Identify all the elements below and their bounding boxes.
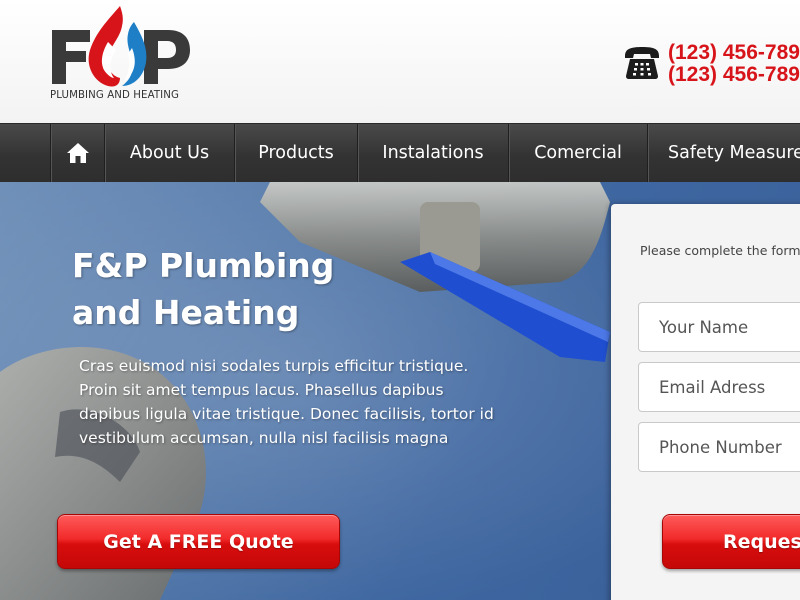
request-button[interactable]: Request [662,514,800,569]
get-free-quote-button[interactable]: Get A FREE Quote [57,514,340,569]
nav-item-safety-measures[interactable]: Safety Measures [647,124,800,182]
contact-phone[interactable]: (123) 456-7890 (123) 456-7890 [622,40,800,90]
hero-title-line-1: F&P Plumbing [72,246,335,285]
nav-item-products[interactable]: Products [234,124,357,182]
logo-tagline: PLUMBING AND HEATING [50,90,179,101]
fp-logo[interactable]: PLUMBING AND HEATING [50,6,192,106]
fp-logo-graphic [52,6,190,87]
hero-description: Cras euismod nisi sodales turpis efficit… [79,357,494,447]
form-instructions: Please complete the form b [640,243,800,258]
phone-input[interactable] [638,422,800,472]
phone-number-primary[interactable]: (123) 456-7890 [668,41,800,65]
nav-home-button[interactable] [50,124,104,182]
nav-item-about-us[interactable]: About Us [104,124,234,182]
hero-banner: F&P Plumbing and Heating Cras euismod ni… [0,182,800,600]
name-input[interactable] [638,302,800,352]
hero-title-line-2: and Heating [72,293,300,332]
email-input[interactable] [638,362,800,412]
hero-title: F&P Plumbing and Heating [72,242,372,336]
telephone-icon [625,47,659,79]
quote-request-form: Please complete the form b Request [611,204,800,600]
site-header: PLUMBING AND HEATING (123) 456-7890 (123… [0,0,800,123]
phone-number-secondary[interactable]: (123) 456-7890 [668,63,800,87]
main-navigation: About Us Products Instalations Comercial… [0,123,800,182]
nav-item-comercial[interactable]: Comercial [508,124,647,182]
home-icon [66,143,89,163]
nav-item-instalations[interactable]: Instalations [357,124,508,182]
